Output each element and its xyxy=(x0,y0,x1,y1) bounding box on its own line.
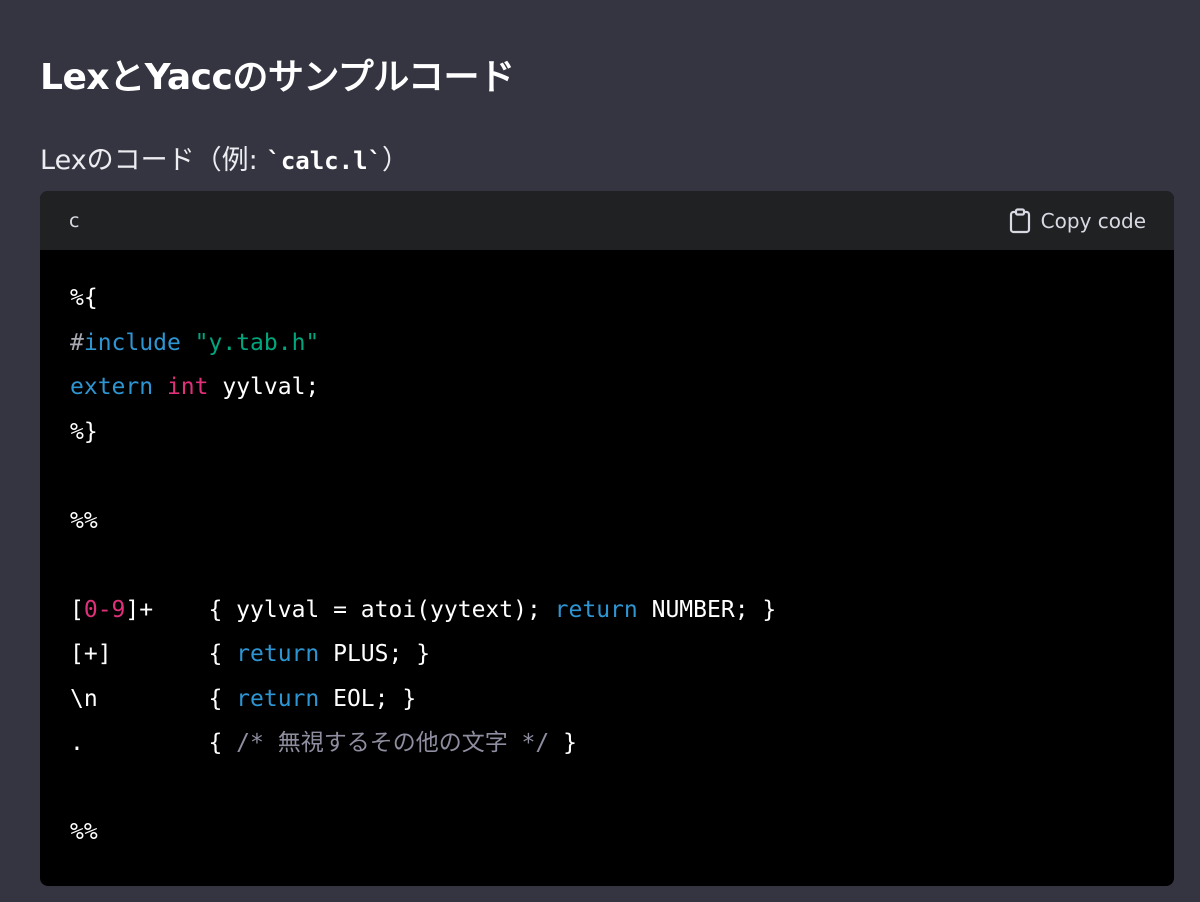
code-line: extern int yylval; xyxy=(70,365,1144,410)
code-token: return xyxy=(236,641,320,667)
chat-message: LexとYaccのサンプルコード Lexのコード（例: `calc.l`） c … xyxy=(0,0,1200,902)
code-token: extern xyxy=(70,374,154,400)
code-content[interactable]: %{#include "y.tab.h" extern int yylval;%}… xyxy=(40,250,1174,855)
code-token: [+] { xyxy=(70,641,237,667)
code-token: EOL; } xyxy=(319,685,417,712)
code-line: #include "y.tab.h" xyxy=(70,321,1144,366)
copy-code-button[interactable]: Copy code xyxy=(1009,207,1146,234)
code-token: \n { xyxy=(70,685,237,712)
code-block: c Copy code %{#include "y.tab.h" extern i… xyxy=(40,191,1174,886)
code-caption-suffix: ） xyxy=(381,145,409,176)
code-token: . { xyxy=(70,730,237,756)
code-line: [0-9]+ { yylval = atoi(yytext); return N… xyxy=(70,588,1144,633)
code-line: . { /* 無視するその他の文字 */ } xyxy=(70,721,1144,766)
inline-code-filename: `calc.l` xyxy=(266,147,382,175)
code-line: %{ xyxy=(70,276,1144,321)
code-block-header: c Copy code xyxy=(40,191,1174,250)
clipboard-icon xyxy=(1009,207,1031,234)
code-token: return xyxy=(236,685,320,712)
code-line: %} xyxy=(70,410,1144,455)
copy-code-label: Copy code xyxy=(1040,208,1146,233)
code-token: ]+ { yylval = atoi(yytext); xyxy=(125,596,555,623)
code-line: \n { return EOL; } xyxy=(70,677,1144,722)
code-token: [ xyxy=(70,596,84,623)
code-token: yylval; xyxy=(208,374,320,400)
code-token: PLUS; } xyxy=(319,641,431,667)
code-token: return xyxy=(554,596,638,623)
code-line: %% xyxy=(70,810,1144,855)
code-token: %% xyxy=(70,819,98,845)
code-token: %} xyxy=(70,418,98,445)
code-token: include xyxy=(83,329,181,356)
code-token: 0-9 xyxy=(83,596,126,623)
code-token: %% xyxy=(70,507,98,534)
code-token: NUMBER; } xyxy=(637,596,777,623)
code-token: } xyxy=(549,730,577,756)
code-caption: Lexのコード（例: `calc.l`） xyxy=(40,138,409,177)
code-caption-prefix: Lexのコード（例: xyxy=(40,145,267,176)
code-token: /* 無視するその他の文字 */ xyxy=(236,730,550,756)
code-line: %% xyxy=(70,499,1144,544)
code-token: int xyxy=(166,374,209,400)
code-line: [+] { return PLUS; } xyxy=(70,632,1144,677)
section-heading: LexとYaccのサンプルコード xyxy=(40,57,515,98)
code-token: "y.tab.h" xyxy=(194,329,320,356)
code-token: # xyxy=(70,329,84,356)
code-language-label: c xyxy=(69,209,80,232)
code-token: %{ xyxy=(70,285,98,311)
